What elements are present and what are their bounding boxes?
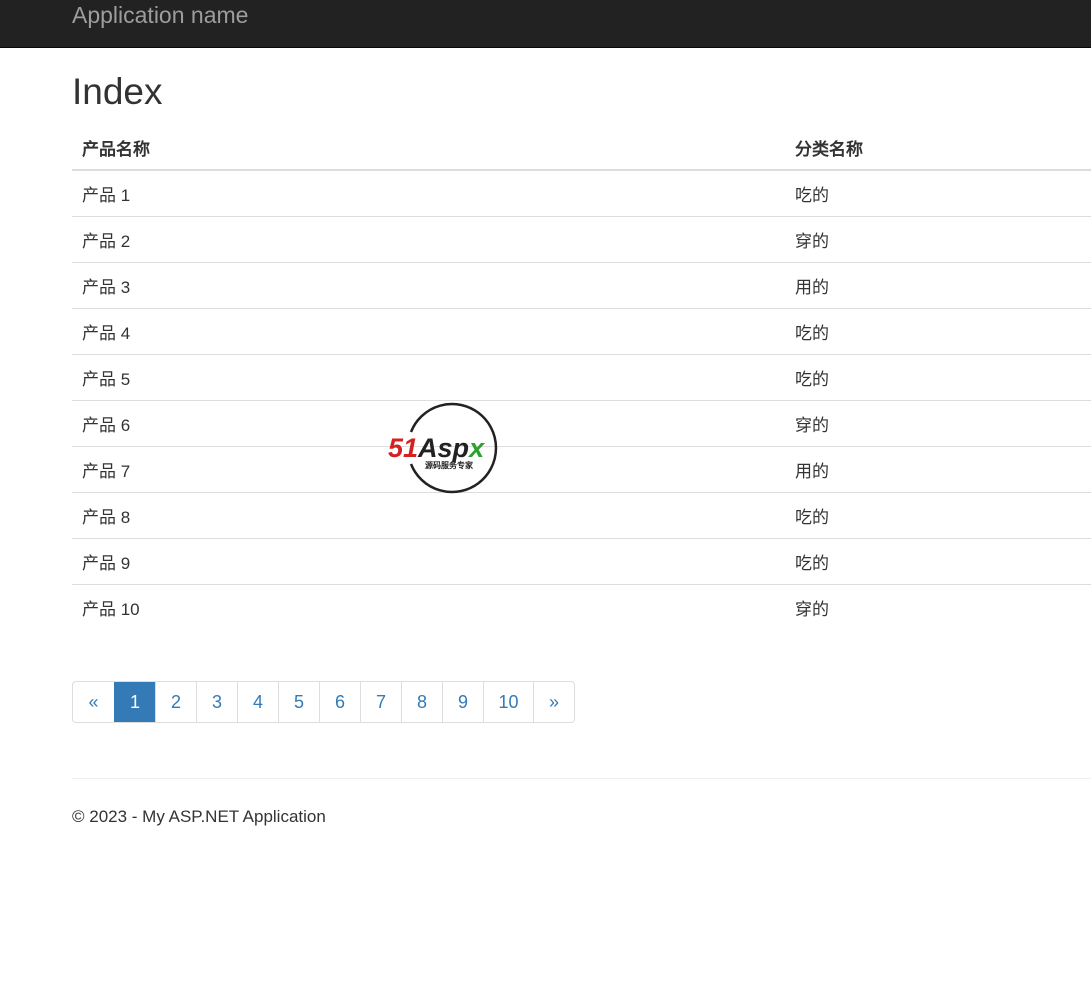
table-row: 产品 3 用的 [72,262,1091,309]
cell-category-name: 穿的 [785,584,1091,630]
pagination-prev-button[interactable]: « [73,682,114,722]
table-row: 产品 5 吃的 [72,354,1091,401]
pagination: « 1 2 3 4 5 6 7 8 9 10 » [72,681,575,723]
page-title: Index [72,71,163,112]
watermark-brand-text: 51Aspx [388,433,485,463]
brand-link[interactable]: Application name [72,2,248,28]
cell-category-name: 吃的 [785,538,1091,585]
pagination-page-5[interactable]: 5 [278,682,319,722]
cell-category-name: 用的 [785,446,1091,493]
pagination-page-4[interactable]: 4 [237,682,278,722]
pagination-page-8[interactable]: 8 [401,682,442,722]
table-header-row: 产品名称 分类名称 [72,125,1091,171]
cell-category-name: 穿的 [785,216,1091,263]
footer-divider [72,778,1091,779]
cell-product-name: 产品 4 [72,308,785,355]
header-category-name: 分类名称 [785,125,1091,171]
table-row: 产品 8 吃的 [72,492,1091,539]
cell-product-name: 产品 3 [72,262,785,309]
cell-product-name: 产品 5 [72,354,785,401]
table-row: 产品 10 穿的 [72,584,1091,630]
cell-product-name: 产品 8 [72,492,785,539]
top-navbar: Application name [0,0,1091,48]
pagination-page-2[interactable]: 2 [155,682,196,722]
pagination-next-button[interactable]: » [533,682,574,722]
cell-category-name: 吃的 [795,186,829,205]
table-row: 产品 4 吃的 [72,308,1091,355]
cell-category-name: 吃的 [785,492,1091,539]
watermark-tagline: 源码服务专家 [425,460,474,470]
pagination-page-7[interactable]: 7 [360,682,401,722]
cell-category-name: 吃的 [785,308,1091,355]
cell-category-name: 吃的 [785,354,1091,401]
pagination-page-10[interactable]: 10 [483,682,533,722]
pagination-page-3[interactable]: 3 [196,682,237,722]
pagination-page-9[interactable]: 9 [442,682,483,722]
table-row: 产品 7 用的 [72,446,1091,493]
table-row: 产品 2 穿的 [72,216,1091,263]
table-row: 产品 9 吃的 [72,538,1091,585]
cell-category-name: 用的 [785,262,1091,309]
cell-product-name: 产品 1 [82,186,131,205]
cell-category-name: 穿的 [785,400,1091,447]
pagination-page-6[interactable]: 6 [319,682,360,722]
footer-copyright: © 2023 - My ASP.NET Application [72,807,326,826]
pagination-page-1[interactable]: 1 [114,682,155,722]
cell-product-name: 产品 2 [72,216,785,263]
watermark-logo-graphic: 51Aspx 源码服务专家 [388,402,498,494]
watermark-logo: 51Aspx 源码服务专家 [386,402,512,494]
cell-product-name: 产品 10 [72,584,785,630]
products-table: 产品名称 分类名称 产品 1 吃的 产品 2 穿的 产品 3 用的 产品 4 吃… [72,125,1091,630]
table-row: 产品 6 穿的 [72,400,1091,447]
table-row: 产品 1 吃的 [72,170,1091,217]
header-product-name: 产品名称 [72,125,785,171]
cell-product-name: 产品 9 [72,538,785,585]
